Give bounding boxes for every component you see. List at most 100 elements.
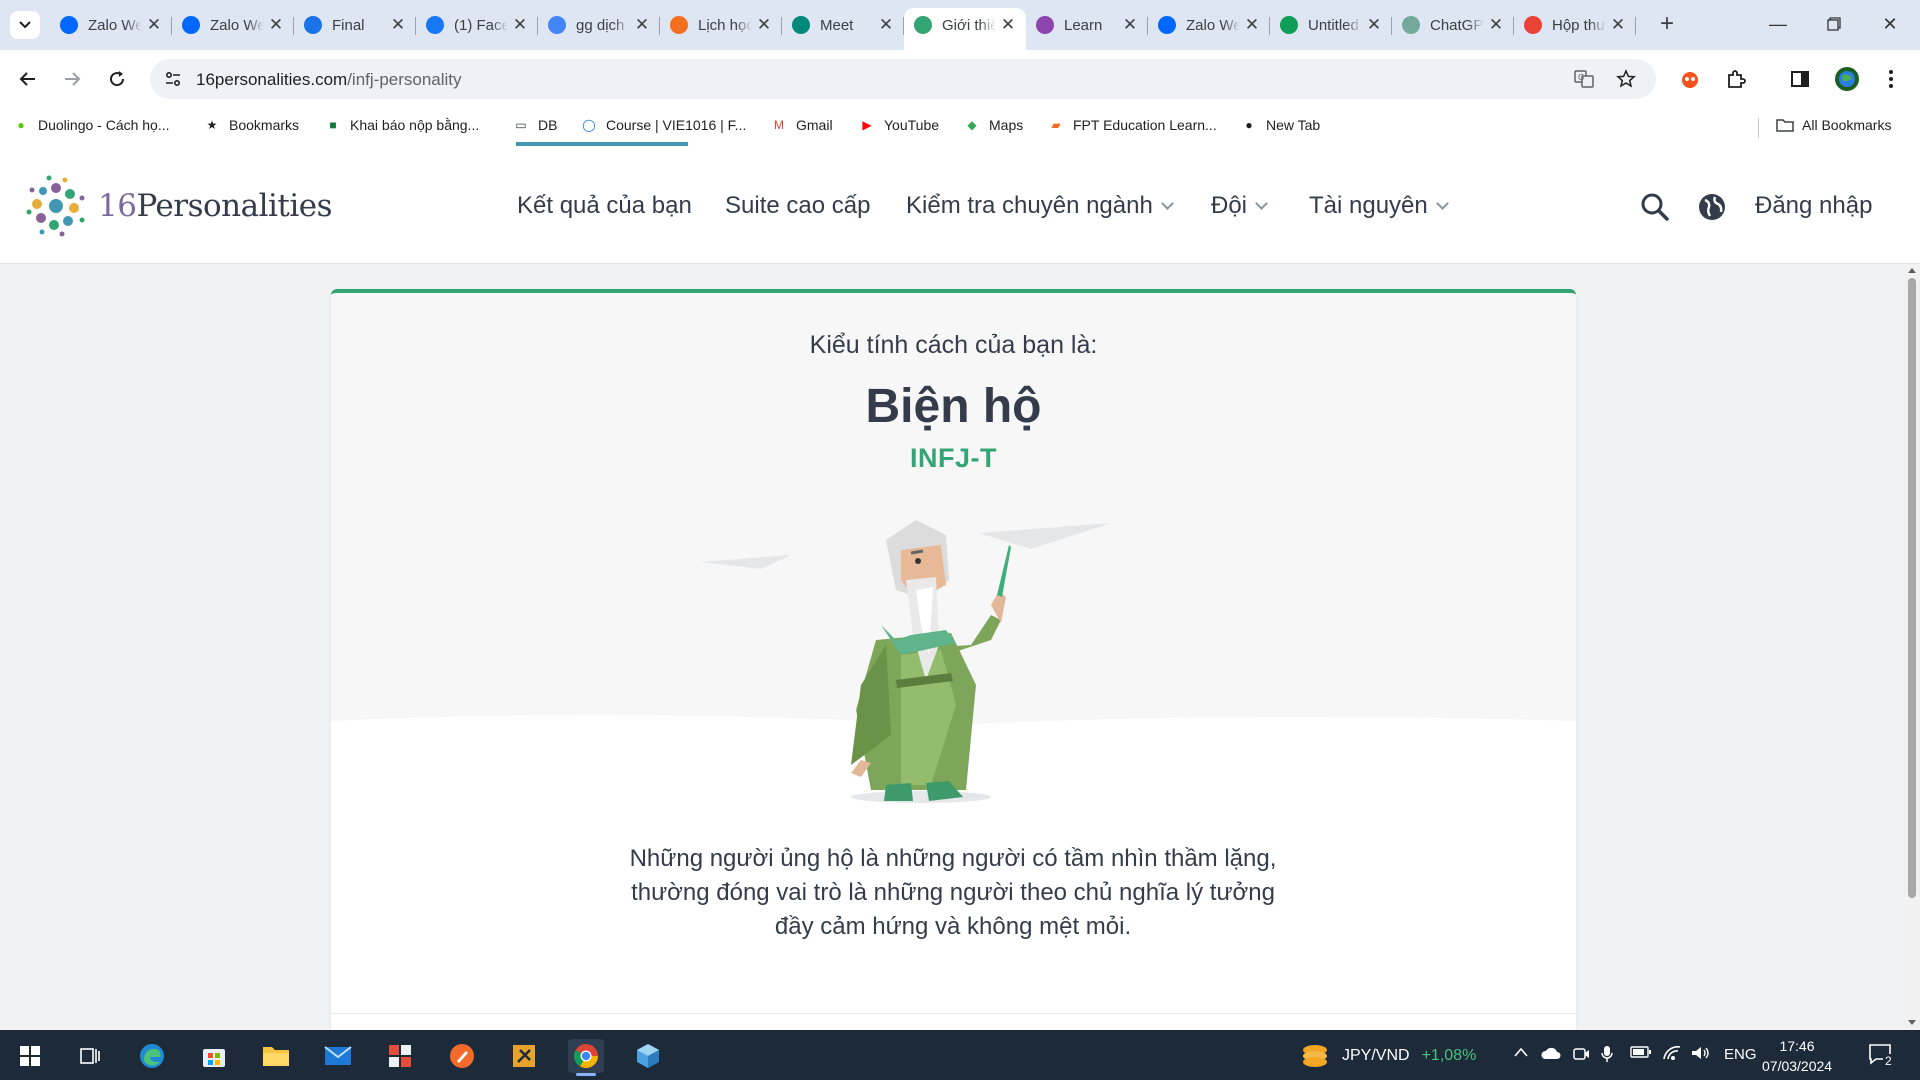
browser-tab[interactable]: Giới thiệu✕ xyxy=(904,8,1026,50)
browser-tab[interactable]: Zalo Web✕ xyxy=(50,8,172,42)
scroll-down-arrow[interactable] xyxy=(1908,1020,1916,1025)
duolingo-icon: ● xyxy=(17,118,25,132)
notification-center-button[interactable]: 2 xyxy=(1868,1042,1894,1068)
browser-tab[interactable]: Meet ✕ xyxy=(782,8,904,42)
mail-app[interactable] xyxy=(320,1039,356,1073)
tools-app[interactable] xyxy=(506,1039,542,1073)
close-tab-icon[interactable]: ✕ xyxy=(512,15,528,35)
volume-tray[interactable] xyxy=(1690,1045,1710,1065)
browser-tab[interactable]: ChatGPT✕ xyxy=(1392,8,1514,42)
close-tab-icon[interactable]: ✕ xyxy=(1610,15,1626,35)
meet-tray[interactable] xyxy=(1572,1045,1590,1067)
file-explorer-app[interactable] xyxy=(258,1039,294,1073)
chrome-app[interactable] xyxy=(568,1039,604,1076)
stock-ticker-widget[interactable]: JPY/VND +1,08% xyxy=(1300,1042,1476,1070)
site-settings-icon[interactable] xyxy=(164,70,182,88)
show-hidden-icons-button[interactable] xyxy=(1513,1045,1529,1062)
globe-language-icon[interactable] xyxy=(1697,192,1727,222)
virtualbox-app[interactable] xyxy=(630,1039,666,1073)
edge-app[interactable] xyxy=(134,1039,170,1073)
restore-button[interactable] xyxy=(1806,0,1862,50)
arrow-right-icon xyxy=(65,72,81,86)
site-logo[interactable]: 16Personalities xyxy=(24,174,333,238)
speaker-icon xyxy=(1692,1047,1709,1059)
close-tab-icon[interactable]: ✕ xyxy=(146,15,162,35)
close-tab-icon[interactable]: ✕ xyxy=(268,15,284,35)
nav-resources[interactable]: Tài nguyên xyxy=(1309,192,1449,220)
login-link[interactable]: Đăng nhập xyxy=(1755,192,1872,220)
star-bookmark-icon[interactable] xyxy=(1616,69,1636,89)
browser-tab[interactable]: Learn ✕ xyxy=(1026,8,1148,42)
close-tab-icon[interactable]: ✕ xyxy=(756,15,772,35)
side-panel-button[interactable] xyxy=(1785,64,1815,94)
start-button[interactable] xyxy=(12,1039,48,1073)
new-tab-button[interactable]: + xyxy=(1652,10,1682,40)
browser-tab[interactable]: gg dịch ✕ xyxy=(538,8,660,42)
bookmark-item[interactable]: ● New Tab xyxy=(1240,114,1320,136)
cube-icon xyxy=(637,1044,659,1068)
bookmark-item[interactable]: M Gmail xyxy=(770,114,833,136)
bookmark-item[interactable]: ▶ YouTube xyxy=(858,114,939,136)
bookmark-item[interactable]: ● Duolingo - Cách họ... xyxy=(12,114,169,136)
nav-teams[interactable]: Đội xyxy=(1211,192,1268,220)
language-indicator[interactable]: ENG xyxy=(1724,1046,1757,1063)
all-bookmarks-button[interactable]: All Bookmarks xyxy=(1776,114,1891,136)
clock[interactable]: 17:46 07/03/2024 xyxy=(1762,1036,1832,1076)
extension-honey-icon[interactable] xyxy=(1675,64,1705,94)
browser-tab[interactable]: (1) Facebook✕ xyxy=(416,8,538,42)
tab-search-button[interactable] xyxy=(10,11,40,39)
close-tab-icon[interactable]: ✕ xyxy=(878,15,894,35)
search-icon[interactable] xyxy=(1640,192,1670,222)
translate-icon[interactable]: G xyxy=(1574,69,1594,89)
scroll-thumb[interactable] xyxy=(1908,278,1916,898)
onedrive-tray[interactable] xyxy=(1540,1045,1562,1065)
close-tab-icon[interactable]: ✕ xyxy=(634,15,650,35)
nav-premium-suite[interactable]: Suite cao cấp xyxy=(725,192,870,220)
bookmark-item[interactable]: ◆ Maps xyxy=(963,114,1023,136)
zalo-icon xyxy=(60,16,78,34)
personality-type-code: INFJ-T xyxy=(910,443,997,473)
browser-tab[interactable]: Zalo Web✕ xyxy=(172,8,294,42)
bookmark-item[interactable]: ◯ Course | VIE1016 | F... xyxy=(580,114,746,136)
windows-logo-icon xyxy=(20,1046,40,1066)
task-view-button[interactable] xyxy=(72,1039,108,1073)
reload-button[interactable] xyxy=(101,63,133,95)
browser-tab[interactable]: Untitled ✕ xyxy=(1270,8,1392,42)
bookmark-item[interactable]: ■ Khai báo nộp bằng... xyxy=(324,114,479,136)
close-tab-icon[interactable]: ✕ xyxy=(1000,15,1016,35)
browser-tab[interactable]: Final ✕ xyxy=(294,8,416,42)
browser-tab[interactable]: Hộp thư ✕ xyxy=(1514,8,1636,42)
bookmark-item[interactable]: ▰ FPT Education Learn... xyxy=(1047,114,1216,136)
close-window-button[interactable]: ✕ xyxy=(1862,0,1918,50)
browser-tab[interactable]: Lịch học ✕ xyxy=(660,8,782,42)
mail-icon xyxy=(324,1046,352,1065)
zalo-icon xyxy=(1158,16,1176,34)
tab-title: ChatGPT xyxy=(1430,16,1484,34)
extensions-button[interactable] xyxy=(1721,64,1751,94)
battery-tray[interactable] xyxy=(1630,1045,1652,1063)
browser-tab[interactable]: Zalo Web✕ xyxy=(1148,8,1270,42)
scroll-up-arrow[interactable] xyxy=(1908,268,1916,273)
profile-avatar[interactable] xyxy=(1832,64,1862,94)
close-tab-icon[interactable]: ✕ xyxy=(1366,15,1382,35)
close-tab-icon[interactable]: ✕ xyxy=(1122,15,1138,35)
close-tab-icon[interactable]: ✕ xyxy=(390,15,406,35)
address-bar[interactable]: 16personalities.com/infj-personality G xyxy=(150,59,1656,99)
nav-professional-tests[interactable]: Kiểm tra chuyên ngành xyxy=(906,192,1174,220)
forward-button[interactable] xyxy=(56,63,88,95)
microphone-tray[interactable] xyxy=(1600,1045,1614,1067)
draw-app[interactable] xyxy=(444,1039,480,1073)
back-button[interactable] xyxy=(12,63,44,95)
close-tab-icon[interactable]: ✕ xyxy=(1244,15,1260,35)
nav-results[interactable]: Kết quả của bạn xyxy=(517,192,692,220)
puzzle-app[interactable] xyxy=(382,1039,418,1073)
bookmark-item[interactable]: ★ Bookmarks xyxy=(203,114,299,136)
wifi-tray[interactable] xyxy=(1662,1045,1682,1065)
bookmark-item[interactable]: ▭ DB xyxy=(512,114,557,136)
page-scrollbar[interactable] xyxy=(1904,264,1920,1030)
advocate-character-illustration xyxy=(701,520,1111,803)
minimize-button[interactable]: — xyxy=(1750,0,1806,50)
store-app[interactable] xyxy=(196,1039,232,1073)
chrome-menu-button[interactable] xyxy=(1876,64,1906,94)
close-tab-icon[interactable]: ✕ xyxy=(1488,15,1504,35)
